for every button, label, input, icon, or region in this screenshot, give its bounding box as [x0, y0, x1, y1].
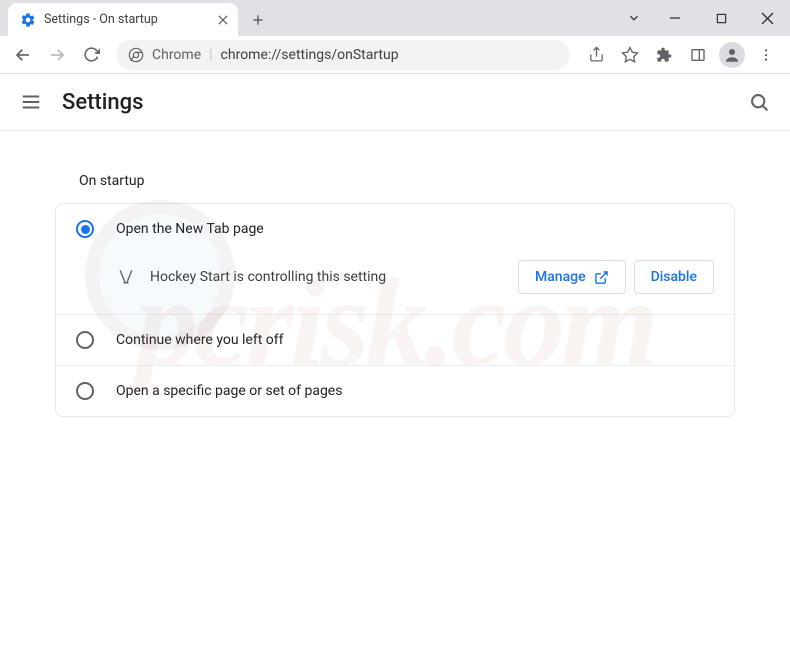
extension-notice-text: Hockey Start is controlling this setting	[150, 269, 504, 285]
disable-button[interactable]: Disable	[634, 260, 714, 294]
window-close-button[interactable]	[744, 0, 790, 36]
forward-button[interactable]	[42, 40, 72, 70]
disable-label: Disable	[651, 269, 697, 285]
settings-content: On startup Open the New Tab page Hockey …	[0, 131, 790, 441]
section-title: On startup	[55, 155, 735, 203]
radio-unchecked-icon	[76, 331, 94, 349]
manage-label: Manage	[535, 269, 586, 285]
option-label: Continue where you left off	[116, 332, 284, 348]
url-path: chrome://settings/onStartup	[221, 47, 399, 63]
option-specific-pages[interactable]: Open a specific page or set of pages	[56, 366, 734, 416]
search-icon[interactable]	[749, 92, 770, 113]
browser-toolbar: Chrome | chrome://settings/onStartup	[0, 36, 790, 74]
reload-button[interactable]	[76, 40, 106, 70]
option-new-tab[interactable]: Open the New Tab page	[56, 204, 734, 254]
settings-header: Settings	[0, 74, 790, 131]
close-tab-icon[interactable]	[218, 15, 228, 25]
address-bar[interactable]: Chrome | chrome://settings/onStartup	[116, 40, 570, 70]
profile-avatar[interactable]	[716, 40, 748, 70]
window-maximize-button[interactable]	[698, 0, 744, 36]
tab-search-chevron-icon[interactable]	[616, 0, 652, 36]
extensions-icon[interactable]	[648, 40, 680, 70]
url-scheme-label: Chrome	[152, 47, 201, 63]
avatar	[719, 42, 745, 68]
tab-title: Settings - On startup	[44, 12, 158, 27]
bookmark-star-icon[interactable]	[614, 40, 646, 70]
chrome-logo-icon	[128, 47, 144, 63]
kebab-menu-icon[interactable]	[750, 40, 782, 70]
startup-card: Open the New Tab page Hockey Start is co…	[55, 203, 735, 417]
hockey-sticks-icon	[116, 267, 136, 287]
side-panel-icon[interactable]	[682, 40, 714, 70]
option-label: Open a specific page or set of pages	[116, 383, 342, 399]
url-divider: |	[209, 47, 212, 63]
manage-button[interactable]: Manage	[518, 260, 626, 294]
share-icon[interactable]	[580, 40, 612, 70]
gear-icon	[20, 12, 36, 28]
back-button[interactable]	[8, 40, 38, 70]
open-external-icon	[594, 270, 609, 285]
option-label: Open the New Tab page	[116, 221, 264, 237]
new-tab-button[interactable]	[244, 6, 272, 34]
extension-notice: Hockey Start is controlling this setting…	[56, 254, 734, 314]
radio-unchecked-icon	[76, 382, 94, 400]
radio-checked-icon	[76, 220, 94, 238]
window-minimize-button[interactable]	[652, 0, 698, 36]
hamburger-menu-icon[interactable]	[20, 91, 42, 113]
browser-tab[interactable]: Settings - On startup	[8, 3, 238, 36]
page-title: Settings	[62, 90, 143, 115]
option-continue[interactable]: Continue where you left off	[56, 315, 734, 365]
window-controls	[616, 0, 790, 36]
